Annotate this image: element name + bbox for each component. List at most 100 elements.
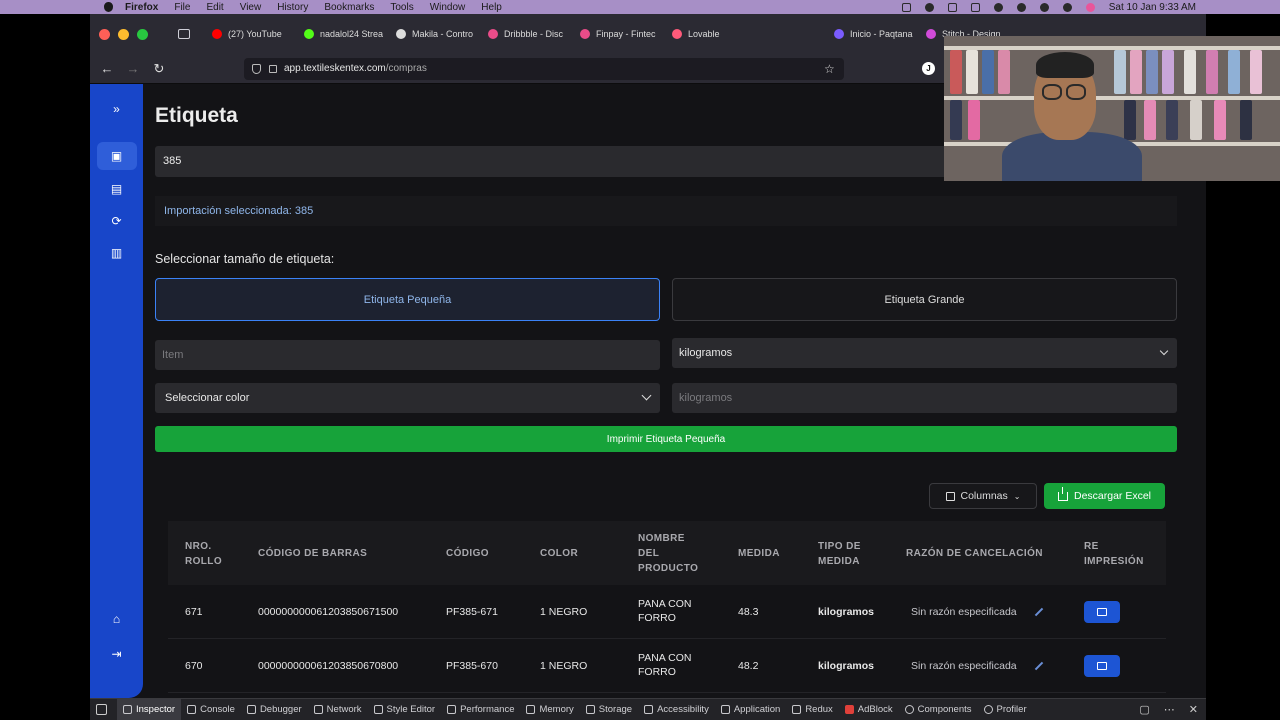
more-options-icon[interactable]: ⋯: [1164, 703, 1175, 716]
wifi-icon[interactable]: [1016, 2, 1026, 12]
devtools-tab-adblock[interactable]: AdBlock: [839, 699, 899, 720]
header-codigo-barras[interactable]: CÓDIGO DE BARRAS: [258, 546, 367, 561]
element-picker-icon[interactable]: [96, 704, 107, 715]
browser-tab[interactable]: Makila - Contro: [388, 29, 480, 39]
color-select[interactable]: Seleccionar color: [155, 383, 660, 413]
devtools-tab-inspector[interactable]: Inspector: [117, 698, 182, 720]
header-color[interactable]: COLOR: [540, 546, 578, 561]
control-center-icon[interactable]: [1062, 2, 1072, 12]
shopping-bag-icon[interactable]: ▣: [108, 147, 125, 164]
dock-icon[interactable]: ▢: [1139, 703, 1149, 716]
edit-pencil-icon[interactable]: [1034, 661, 1044, 671]
expand-sidebar-icon[interactable]: »: [108, 100, 125, 117]
reprint-button[interactable]: [1084, 601, 1120, 623]
menu-file[interactable]: File: [174, 2, 190, 13]
header-nombre-producto[interactable]: NOMBRE DEL PRODUCTO: [638, 531, 698, 576]
download-excel-button[interactable]: Descargar Excel: [1044, 483, 1165, 509]
devtools-tab-storage[interactable]: Storage: [580, 699, 638, 720]
menu-view[interactable]: View: [240, 2, 262, 13]
browser-tab[interactable]: Lovable: [664, 29, 756, 39]
forward-button[interactable]: →: [120, 61, 146, 76]
browser-tab[interactable]: (27) YouTube: [204, 29, 296, 39]
reprint-button[interactable]: [1084, 655, 1120, 677]
header-nro-rollo[interactable]: NRO. ROLLO: [185, 539, 222, 569]
cell-producto: PANA CON FORRO: [638, 652, 692, 678]
network-icon: [313, 705, 323, 714]
devtools-tab-components[interactable]: Components: [899, 699, 978, 720]
shield-icon[interactable]: [252, 63, 261, 74]
apple-icon[interactable]: [104, 2, 113, 12]
devtools-tab-memory[interactable]: Memory: [520, 699, 579, 720]
print-label-button[interactable]: Imprimir Etiqueta Pequeña: [155, 426, 1177, 452]
browser-tab[interactable]: nadalol24 Strea: [296, 29, 388, 39]
color-select-value: Seleccionar color: [165, 392, 250, 404]
transfer-icon[interactable]: ⟳: [108, 212, 125, 229]
bookmark-star-icon[interactable]: ☆: [824, 62, 835, 76]
devtools-tab-performance[interactable]: Performance: [441, 699, 520, 720]
logout-icon[interactable]: ⇥: [108, 645, 125, 662]
search-icon[interactable]: [1039, 2, 1049, 12]
profile-avatar[interactable]: J: [922, 62, 935, 75]
menu-window[interactable]: Window: [430, 2, 466, 13]
reports-chart-icon[interactable]: ▥: [108, 244, 125, 261]
browser-tab[interactable]: Dribbble - Disc: [480, 29, 572, 39]
site-icon: [396, 29, 406, 39]
menu-edit[interactable]: Edit: [206, 2, 223, 13]
devtools-tab-style-editor[interactable]: Style Editor: [368, 699, 442, 720]
reload-button[interactable]: ↻: [146, 61, 172, 77]
tab-overview-icon[interactable]: [178, 29, 190, 39]
devtools-tab-console[interactable]: Console: [181, 699, 241, 720]
menu-help[interactable]: Help: [481, 2, 502, 13]
lock-icon[interactable]: [269, 64, 277, 73]
menu-history[interactable]: History: [277, 2, 308, 13]
unit-select[interactable]: kilogramos: [672, 338, 1177, 368]
header-razon-cancelacion[interactable]: RAZÓN DE CANCELACIÓN: [906, 546, 1043, 561]
devtools-tab-redux[interactable]: Redux: [786, 699, 838, 720]
cell-rollo: 670: [185, 660, 203, 672]
header-codigo[interactable]: CÓDIGO: [446, 546, 489, 561]
selected-import-info: Importación seleccionada: 385: [155, 196, 1177, 226]
bank-icon[interactable]: ⌂: [108, 610, 125, 627]
minimize-window-button[interactable]: [118, 28, 129, 40]
menu-bookmarks[interactable]: Bookmarks: [324, 2, 374, 13]
edit-pencil-icon[interactable]: [1034, 607, 1044, 617]
status-icon[interactable]: [947, 2, 957, 12]
header-medida[interactable]: MEDIDA: [738, 546, 780, 561]
status-icon[interactable]: [993, 2, 1003, 12]
large-label-button[interactable]: Etiqueta Grande: [672, 278, 1177, 321]
debugger-icon: [246, 705, 256, 714]
cell-codigo: PF385-671: [446, 606, 498, 618]
url-bar[interactable]: app.textileskentex.com/compras: [244, 57, 844, 80]
devtools-tab-debugger[interactable]: Debugger: [241, 699, 308, 720]
cell-tipo-medida: kilogramos: [818, 660, 875, 672]
status-icon[interactable]: [970, 2, 980, 12]
menubar-clock[interactable]: Sat 10 Jan 9:33 AM: [1109, 2, 1196, 13]
documents-icon[interactable]: ▤: [108, 180, 125, 197]
close-window-button[interactable]: [99, 28, 110, 40]
menu-tools[interactable]: Tools: [390, 2, 413, 13]
menu-app[interactable]: Firefox: [125, 2, 158, 13]
devtools-tab-profiler[interactable]: Profiler: [978, 699, 1033, 720]
status-icon[interactable]: [901, 2, 911, 12]
style-editor-icon: [373, 705, 383, 714]
devtools-tab-application[interactable]: Application: [715, 699, 786, 720]
columns-button[interactable]: Columnas ⌄: [929, 483, 1037, 509]
devtools-tab-accessibility[interactable]: Accessibility: [638, 699, 715, 720]
header-reimpresion[interactable]: RE IMPRESIÓN: [1084, 539, 1144, 569]
zoom-window-button[interactable]: [137, 28, 148, 40]
item-input[interactable]: Item: [155, 340, 660, 370]
cam-spool: [1162, 50, 1174, 94]
close-devtools-icon[interactable]: ✕: [1189, 703, 1198, 716]
back-button[interactable]: ←: [94, 61, 120, 76]
header-tipo-medida[interactable]: TIPO DE MEDIDA: [818, 539, 861, 569]
small-label-button[interactable]: Etiqueta Pequeña: [155, 278, 660, 321]
browser-tabs: (27) YouTube nadalol24 Strea Makila - Co…: [204, 29, 1010, 39]
status-icon[interactable]: [924, 2, 934, 12]
weight-input[interactable]: kilogramos: [672, 383, 1177, 413]
siri-icon[interactable]: [1085, 2, 1095, 12]
cam-shelf: [944, 96, 1280, 100]
browser-tab[interactable]: Finpay - Fintec: [572, 29, 664, 39]
browser-tab[interactable]: Inicio - Paqtana: [826, 29, 918, 39]
devtools-tab-network[interactable]: Network: [308, 699, 368, 720]
memory-icon: [526, 705, 536, 714]
